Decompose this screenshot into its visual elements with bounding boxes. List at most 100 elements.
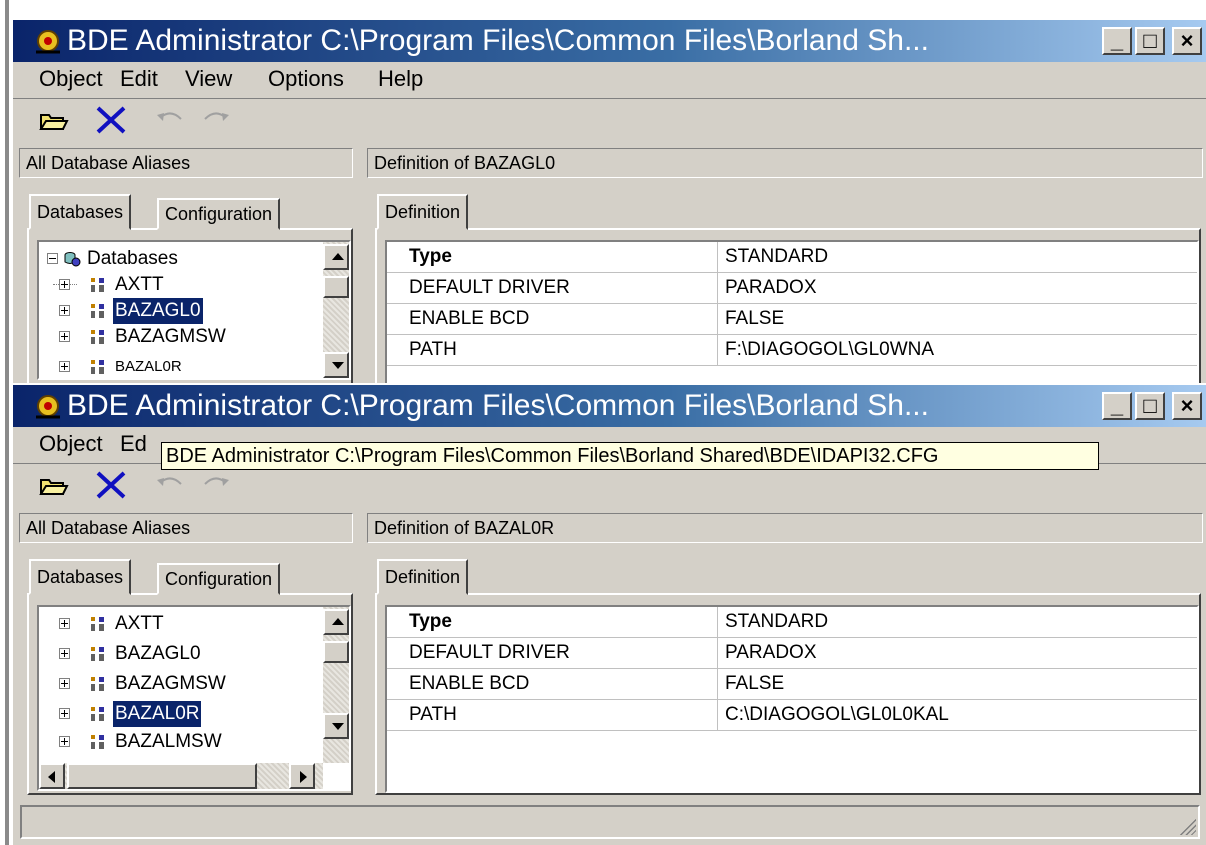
resize-grip-icon[interactable] <box>1178 817 1196 835</box>
definition-header: Definition of BAZAL0R <box>367 513 1203 543</box>
tree-node-label-selected: BAZAGL0 <box>112 297 204 325</box>
tree-node[interactable]: BAZAL0R <box>41 354 321 378</box>
definition-grid[interactable]: Type STANDARD DEFAULT DRIVER PARADOX ENA… <box>385 605 1199 793</box>
tree-vertical-scrollbar[interactable] <box>323 242 349 378</box>
definition-value[interactable]: STANDARD <box>725 242 828 272</box>
open-folder-icon[interactable] <box>35 105 71 135</box>
definition-header: Definition of BAZAGL0 <box>367 148 1203 178</box>
menu-object[interactable]: Object <box>39 431 103 457</box>
maximize-button[interactable]: □ <box>1135 392 1165 420</box>
tree-node-label: AXTT <box>115 613 164 634</box>
minimize-button[interactable]: _ <box>1102 27 1132 55</box>
delete-x-icon[interactable] <box>93 470 129 500</box>
scroll-thumb[interactable] <box>323 641 349 663</box>
definition-grid[interactable]: Type STANDARD DEFAULT DRIVER PARADOX ENA… <box>385 240 1199 383</box>
tree-node[interactable]: BAZAGL0 <box>41 297 321 325</box>
scroll-down-button[interactable] <box>323 352 349 378</box>
tab-configuration[interactable]: Configuration <box>157 563 281 595</box>
menu-view[interactable]: View <box>185 66 232 92</box>
database-tree[interactable]: AXTT BAZAGL0 BAZAGMSW BAZAL0R BAZALMSW <box>37 605 351 791</box>
delete-x-icon[interactable] <box>93 105 129 135</box>
definition-row[interactable]: DEFAULT DRIVER PARADOX <box>387 273 1197 304</box>
close-button[interactable]: × <box>1172 392 1202 420</box>
definition-key: PATH <box>409 339 457 360</box>
undo-icon[interactable] <box>153 105 189 135</box>
expand-icon[interactable] <box>59 736 70 747</box>
definition-value[interactable]: FALSE <box>725 669 784 699</box>
tree-node[interactable]: BAZAGMSW <box>41 324 321 350</box>
bde-gear-icon <box>36 395 60 419</box>
definition-row[interactable]: Type STANDARD <box>387 242 1197 273</box>
databases-icon <box>64 252 81 267</box>
scroll-down-button[interactable] <box>323 713 349 739</box>
expand-icon[interactable] <box>59 361 70 372</box>
expand-icon[interactable] <box>59 618 70 629</box>
definition-value[interactable]: STANDARD <box>725 607 828 637</box>
menu-edit[interactable]: Ed <box>120 431 147 457</box>
scroll-thumb[interactable] <box>67 763 257 789</box>
window-title: BDE Administrator C:\Program Files\Commo… <box>67 389 929 422</box>
tree-node[interactable]: AXTT <box>41 611 321 637</box>
tree-node-label: AXTT <box>115 274 164 295</box>
tab-definition[interactable]: Definition <box>377 559 469 595</box>
bde-gear-icon <box>36 30 60 54</box>
database-tree[interactable]: Databases AXTT BAZAGL0 BAZAGMSW BAZAL0R <box>37 240 351 380</box>
expand-icon[interactable] <box>59 331 70 342</box>
tree-node-label: Databases <box>87 248 178 269</box>
definition-value[interactable]: PARADOX <box>725 273 817 303</box>
definition-row[interactable]: PATH C:\DIAGOGOL\GL0L0KAL <box>387 700 1197 731</box>
tree-node[interactable]: BAZAL0R <box>41 700 321 728</box>
expand-icon[interactable] <box>59 648 70 659</box>
menu-options[interactable]: Options <box>268 66 344 92</box>
maximize-button[interactable]: □ <box>1135 27 1165 55</box>
minimize-button[interactable]: _ <box>1102 392 1132 420</box>
alias-icon <box>91 735 104 749</box>
tab-configuration[interactable]: Configuration <box>157 198 281 230</box>
scroll-right-button[interactable] <box>289 763 315 789</box>
aliases-header: All Database Aliases <box>19 148 353 178</box>
definition-value[interactable]: C:\DIAGOGOL\GL0L0KAL <box>725 700 949 730</box>
tree-vertical-scrollbar[interactable] <box>323 607 349 763</box>
tab-databases[interactable]: Databases <box>29 559 132 595</box>
definition-key: Type <box>409 246 452 267</box>
definition-row[interactable]: PATH F:\DIAGOGOL\GL0WNA <box>387 335 1197 366</box>
title-bar[interactable]: BDE Administrator C:\Program Files\Commo… <box>13 20 1206 62</box>
tree-node[interactable]: BAZAGMSW <box>41 671 321 697</box>
expand-icon[interactable] <box>59 708 70 719</box>
tree-node-label: BAZAGMSW <box>115 326 226 347</box>
menu-help[interactable]: Help <box>378 66 423 92</box>
tree-node[interactable]: AXTT <box>41 272 321 298</box>
tree-node-root[interactable]: Databases <box>41 246 321 272</box>
definition-value[interactable]: F:\DIAGOGOL\GL0WNA <box>725 335 934 365</box>
tree-node-label: BAZALMSW <box>115 731 222 752</box>
definition-key: DEFAULT DRIVER <box>409 277 570 298</box>
tree-node[interactable]: BAZALMSW <box>41 729 321 755</box>
redo-icon[interactable] <box>197 105 233 135</box>
close-button[interactable]: × <box>1172 27 1202 55</box>
open-folder-icon[interactable] <box>35 470 71 500</box>
menu-edit[interactable]: Edit <box>120 66 158 92</box>
scroll-up-button[interactable] <box>323 609 349 635</box>
redo-icon[interactable] <box>197 470 233 500</box>
expand-icon[interactable] <box>59 279 70 290</box>
scroll-left-button[interactable] <box>39 763 65 789</box>
menu-object[interactable]: Object <box>39 66 103 92</box>
definition-row[interactable]: DEFAULT DRIVER PARADOX <box>387 638 1197 669</box>
tab-definition[interactable]: Definition <box>377 194 469 230</box>
definition-row[interactable]: ENABLE BCD FALSE <box>387 669 1197 700</box>
expand-icon[interactable] <box>59 305 70 316</box>
title-bar[interactable]: BDE Administrator C:\Program Files\Commo… <box>13 385 1206 427</box>
scroll-up-button[interactable] <box>323 244 349 270</box>
scroll-thumb[interactable] <box>323 276 349 298</box>
tree-node-label: BAZAGL0 <box>115 643 201 664</box>
definition-row[interactable]: ENABLE BCD FALSE <box>387 304 1197 335</box>
expand-icon[interactable] <box>59 678 70 689</box>
collapse-icon[interactable] <box>47 253 58 264</box>
tab-databases[interactable]: Databases <box>29 194 132 230</box>
definition-row[interactable]: Type STANDARD <box>387 607 1197 638</box>
definition-value[interactable]: FALSE <box>725 304 784 334</box>
tree-node[interactable]: BAZAGL0 <box>41 641 321 667</box>
definition-value[interactable]: PARADOX <box>725 638 817 668</box>
undo-icon[interactable] <box>153 470 189 500</box>
tree-horizontal-scrollbar[interactable] <box>39 763 323 789</box>
